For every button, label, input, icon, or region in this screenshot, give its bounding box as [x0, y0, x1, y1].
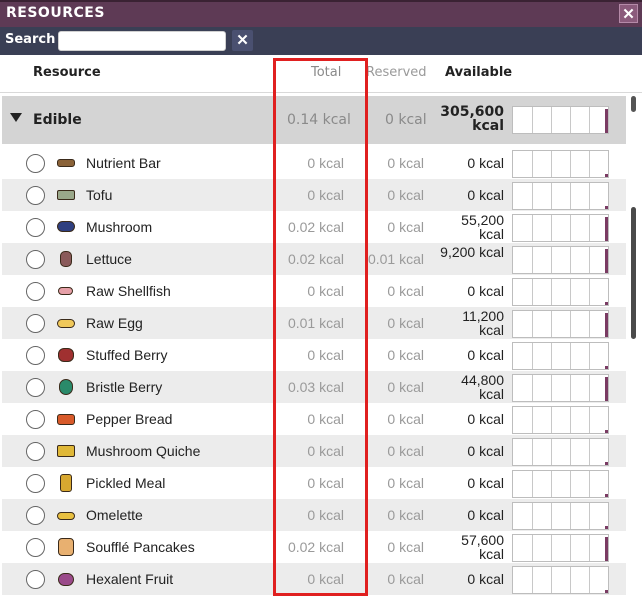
- pin-radio[interactable]: [26, 346, 45, 365]
- column-resource[interactable]: Resource: [33, 65, 101, 80]
- pin-radio[interactable]: [26, 154, 45, 173]
- close-window-button[interactable]: ✕: [619, 4, 638, 23]
- pin-radio[interactable]: [26, 506, 45, 525]
- raw-shellfish-icon: [56, 282, 76, 300]
- pin-radio[interactable]: [26, 250, 45, 269]
- group-reserved: 0 kcal: [385, 112, 427, 128]
- resource-sparkline: [512, 406, 609, 434]
- resource-available: 44,800 kcal: [461, 373, 504, 401]
- scrollbar-track[interactable]: [629, 93, 638, 598]
- pin-radio[interactable]: [26, 570, 45, 589]
- resource-name: Lettuce: [86, 251, 132, 267]
- resource-name: Tofu: [86, 187, 113, 203]
- resource-available: 0 kcal: [467, 155, 504, 171]
- resource-available: 9,200 kcal: [440, 245, 504, 260]
- pin-radio[interactable]: [26, 378, 45, 397]
- pin-radio[interactable]: [26, 186, 45, 205]
- pepper-bread-icon: [56, 410, 76, 428]
- close-icon: ✕: [236, 32, 249, 49]
- resource-available: 55,200 kcal: [461, 213, 504, 241]
- resource-sparkline: [512, 150, 609, 178]
- resource-name: Raw Shellfish: [86, 283, 171, 299]
- resource-available: 0 kcal: [467, 507, 504, 523]
- resource-available: 0 kcal: [467, 443, 504, 459]
- mushroom-quiche-icon: [56, 442, 76, 460]
- souffle-pancakes-icon: [56, 538, 76, 556]
- resource-sparkline: [512, 310, 609, 338]
- bristle-berry-icon: [56, 378, 76, 396]
- clear-search-button[interactable]: ✕: [232, 30, 253, 51]
- lettuce-icon: [56, 250, 76, 268]
- total-column-highlight: [273, 58, 368, 596]
- mushroom-icon: [56, 218, 76, 236]
- pin-radio[interactable]: [26, 410, 45, 429]
- pin-radio[interactable]: [26, 442, 45, 461]
- resource-name: Pickled Meal: [86, 475, 166, 491]
- resource-sparkline: [512, 182, 609, 210]
- pickled-meal-icon: [56, 474, 76, 492]
- resource-available: 0 kcal: [467, 347, 504, 363]
- window-titlebar: RESOURCES ✕: [0, 0, 642, 27]
- resource-name: Raw Egg: [86, 315, 143, 331]
- column-reserved[interactable]: Reserved: [366, 65, 427, 80]
- scrollbar-cap: [631, 96, 636, 112]
- resource-name: Pepper Bread: [86, 411, 173, 427]
- hexalent-fruit-icon: [56, 570, 76, 588]
- pin-radio[interactable]: [26, 218, 45, 237]
- scrollbar-thumb[interactable]: [631, 207, 636, 339]
- resource-name: Hexalent Fruit: [86, 571, 174, 587]
- pin-radio[interactable]: [26, 314, 45, 333]
- resource-name: Mushroom: [86, 219, 153, 235]
- resource-sparkline: [512, 566, 609, 594]
- resource-available: 0 kcal: [467, 283, 504, 299]
- stuffed-berry-icon: [56, 346, 76, 364]
- resource-available: 0 kcal: [467, 411, 504, 427]
- search-label: Search: [5, 32, 56, 47]
- resource-sparkline: [512, 438, 609, 466]
- resource-name: Nutrient Bar: [86, 155, 161, 171]
- group-available: 305,600 kcal: [440, 104, 504, 134]
- resource-available: 0 kcal: [467, 571, 504, 587]
- pin-radio[interactable]: [26, 282, 45, 301]
- resource-name: Mushroom Quiche: [86, 443, 201, 459]
- omelette-icon: [56, 506, 76, 524]
- resource-sparkline: [512, 246, 609, 274]
- close-icon: ✕: [622, 6, 635, 23]
- resource-available: 0 kcal: [467, 475, 504, 491]
- resource-available: 57,600 kcal: [461, 533, 504, 561]
- resource-sparkline: [512, 502, 609, 530]
- tofu-icon: [56, 186, 76, 204]
- column-available[interactable]: Available: [445, 65, 512, 80]
- search-bar: Search ✕: [0, 27, 642, 55]
- resource-sparkline: [512, 278, 609, 306]
- resource-name: Omelette: [86, 507, 143, 523]
- resource-available: 11,200 kcal: [462, 309, 504, 337]
- search-input[interactable]: [58, 31, 226, 51]
- resource-sparkline: [512, 534, 609, 562]
- resource-sparkline: [512, 374, 609, 402]
- pin-radio[interactable]: [26, 538, 45, 557]
- raw-egg-icon: [56, 314, 76, 332]
- collapse-arrow-icon[interactable]: [10, 113, 22, 122]
- window-title: RESOURCES: [6, 5, 105, 21]
- group-sparkline: [512, 106, 609, 134]
- resource-sparkline: [512, 214, 609, 242]
- resource-available: 0 kcal: [467, 187, 504, 203]
- nutrient-bar-icon: [56, 154, 76, 172]
- resource-sparkline: [512, 470, 609, 498]
- pin-radio[interactable]: [26, 474, 45, 493]
- resource-sparkline: [512, 342, 609, 370]
- resource-name: Bristle Berry: [86, 379, 163, 395]
- resource-name: Stuffed Berry: [86, 347, 168, 363]
- resource-name: Soufflé Pancakes: [86, 539, 195, 555]
- group-name: Edible: [33, 112, 82, 128]
